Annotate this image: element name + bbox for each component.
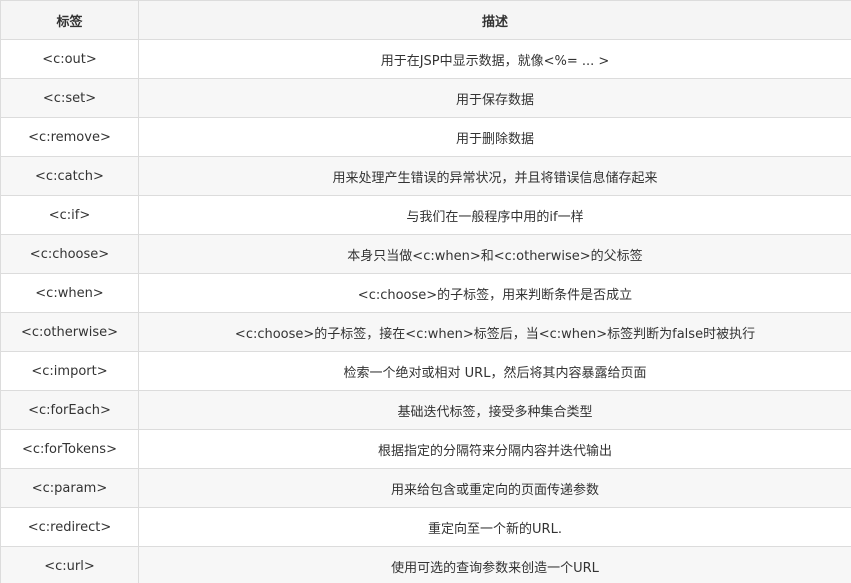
description-cell: 重定向至一个新的URL.: [138, 507, 851, 547]
tag-cell: <c:out>: [0, 39, 139, 79]
description-cell: 根据指定的分隔符来分隔内容并迭代输出: [138, 429, 851, 469]
table-row: <c:out> 用于在JSP中显示数据，就像<%= ... >: [0, 39, 851, 79]
table-row: <c:param> 用来给包含或重定向的页面传递参数: [0, 468, 851, 508]
table-row: <c:forEach> 基础迭代标签，接受多种集合类型: [0, 390, 851, 430]
tag-cell: <c:otherwise>: [0, 312, 139, 352]
tag-cell: <c:catch>: [0, 156, 139, 196]
table-row: <c:catch> 用来处理产生错误的异常状况，并且将错误信息储存起来: [0, 156, 851, 196]
tag-cell: <c:forEach>: [0, 390, 139, 430]
tag-cell: <c:param>: [0, 468, 139, 508]
description-cell: 基础迭代标签，接受多种集合类型: [138, 390, 851, 430]
table-row: <c:set> 用于保存数据: [0, 78, 851, 118]
table-row: <c:forTokens> 根据指定的分隔符来分隔内容并迭代输出: [0, 429, 851, 469]
jstl-core-tags-table: 标签 描述 <c:out> 用于在JSP中显示数据，就像<%= ... > <c…: [0, 0, 851, 583]
tag-cell: <c:when>: [0, 273, 139, 313]
description-cell: 用于保存数据: [138, 78, 851, 118]
table-row: <c:choose> 本身只当做<c:when>和<c:otherwise>的父…: [0, 234, 851, 274]
description-cell: <c:choose>的子标签，接在<c:when>标签后，当<c:when>标签…: [138, 312, 851, 352]
tag-cell: <c:set>: [0, 78, 139, 118]
table-row: <c:url> 使用可选的查询参数来创造一个URL: [0, 546, 851, 583]
tag-cell: <c:remove>: [0, 117, 139, 157]
table-row: <c:otherwise> <c:choose>的子标签，接在<c:when>标…: [0, 312, 851, 352]
tag-cell: <c:url>: [0, 546, 139, 583]
header-tag: 标签: [0, 0, 139, 40]
table-row: <c:redirect> 重定向至一个新的URL.: [0, 507, 851, 547]
table-row: <c:remove> 用于删除数据: [0, 117, 851, 157]
header-description: 描述: [138, 0, 851, 40]
description-cell: 用来给包含或重定向的页面传递参数: [138, 468, 851, 508]
tag-cell: <c:if>: [0, 195, 139, 235]
header-row: 标签 描述: [0, 0, 851, 40]
table-body: <c:out> 用于在JSP中显示数据，就像<%= ... > <c:set> …: [0, 39, 851, 583]
description-cell: 使用可选的查询参数来创造一个URL: [138, 546, 851, 583]
tag-cell: <c:forTokens>: [0, 429, 139, 469]
tag-cell: <c:choose>: [0, 234, 139, 274]
description-cell: 用于在JSP中显示数据，就像<%= ... >: [138, 39, 851, 79]
description-cell: 用来处理产生错误的异常状况，并且将错误信息储存起来: [138, 156, 851, 196]
description-cell: 用于删除数据: [138, 117, 851, 157]
description-cell: <c:choose>的子标签，用来判断条件是否成立: [138, 273, 851, 313]
table-header: 标签 描述: [0, 0, 851, 40]
table-row: <c:when> <c:choose>的子标签，用来判断条件是否成立: [0, 273, 851, 313]
tag-cell: <c:redirect>: [0, 507, 139, 547]
description-cell: 本身只当做<c:when>和<c:otherwise>的父标签: [138, 234, 851, 274]
description-cell: 与我们在一般程序中用的if一样: [138, 195, 851, 235]
table-row: <c:import> 检索一个绝对或相对 URL，然后将其内容暴露给页面: [0, 351, 851, 391]
tag-cell: <c:import>: [0, 351, 139, 391]
description-cell: 检索一个绝对或相对 URL，然后将其内容暴露给页面: [138, 351, 851, 391]
table-row: <c:if> 与我们在一般程序中用的if一样: [0, 195, 851, 235]
